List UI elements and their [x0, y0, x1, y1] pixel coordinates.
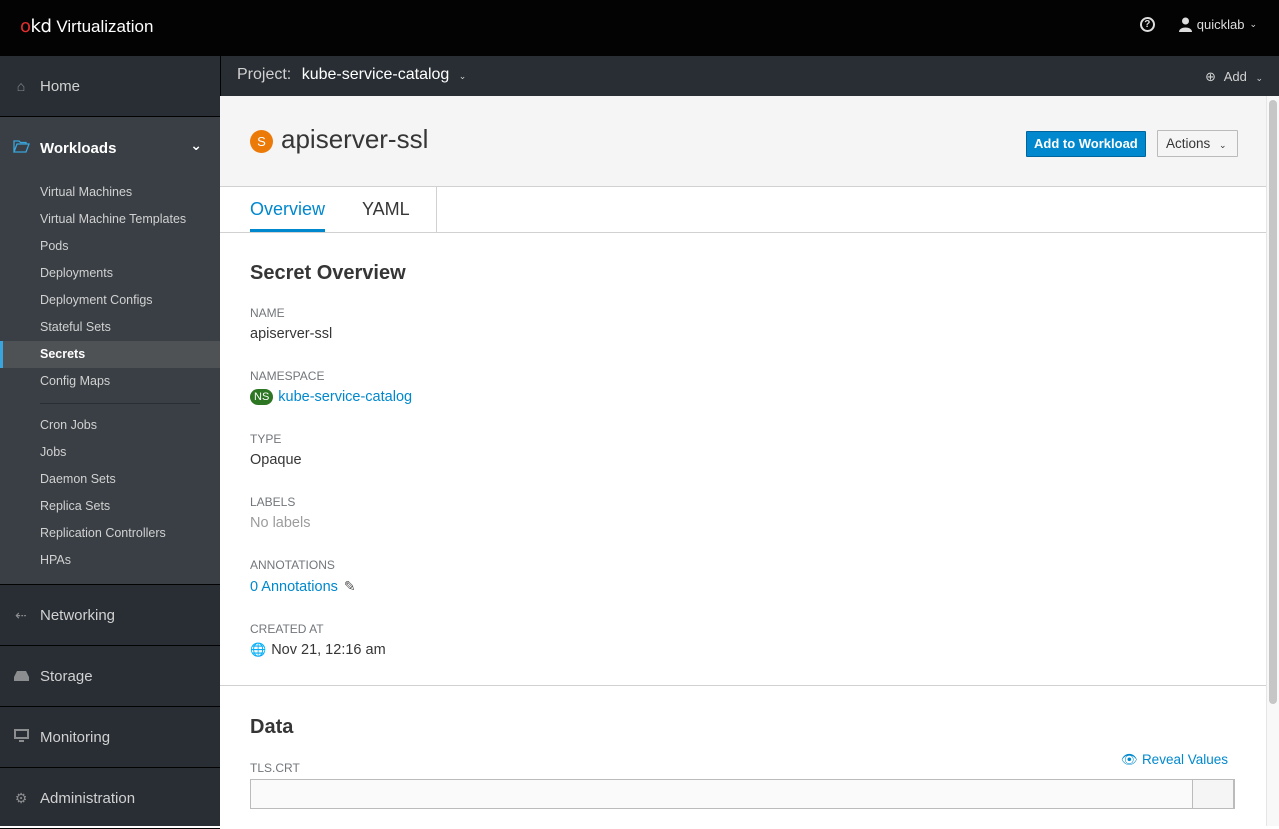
project-label: Project: [237, 66, 292, 83]
sidebar-item-jobs[interactable]: Jobs [0, 439, 220, 466]
page-title: apiserver-ssl [281, 124, 429, 154]
sidebar-section-workloads: Workloads ⌄ Virtual Machines Virtual Mac… [0, 117, 220, 585]
secret-badge-icon: S [250, 130, 273, 153]
created-at-label: CREATED AT [250, 622, 324, 636]
logo-o: o [20, 16, 31, 37]
section-title: Secret Overview [250, 262, 406, 284]
sidebar-item-secrets[interactable]: Secrets [0, 341, 220, 368]
sidebar-item-replica-sets[interactable]: Replica Sets [0, 493, 220, 520]
namespace-label: NAMESPACE [250, 369, 325, 383]
gear-icon: ⚙ [14, 789, 28, 806]
add-to-workload-button[interactable]: Add to Workload [1026, 131, 1146, 157]
secret-overview-section: Secret Overview NAME apiserver-ssl NAMES… [220, 262, 1266, 658]
folder-open-icon [13, 140, 30, 156]
sidebar-item-cron-jobs[interactable]: Cron Jobs [0, 412, 220, 439]
brand-logo[interactable]: okd Virtualization [20, 16, 153, 37]
scrollbar[interactable] [1266, 96, 1279, 826]
sidebar-item-monitoring[interactable]: Monitoring [0, 707, 220, 768]
sidebar-item-stateful-sets[interactable]: Stateful Sets [0, 314, 220, 341]
sidebar-nav: ⌂ Home Workloads ⌄ Virtual Machines Virt… [0, 56, 220, 829]
chevron-down-icon: ⌄ [1219, 140, 1227, 150]
help-icon[interactable]: ? [1139, 17, 1155, 32]
tab-overview[interactable]: Overview [250, 199, 326, 232]
tab-bar: Overview YAML [220, 187, 1266, 233]
namespace-value: NS kube-service-catalog [250, 389, 1266, 405]
sidebar-item-hpas[interactable]: HPAs [0, 547, 220, 574]
sidebar-item-deployments[interactable]: Deployments [0, 260, 220, 287]
sidebar-item-label: Monitoring [40, 728, 111, 746]
user-menu[interactable]: quicklab ⌄ [1178, 17, 1257, 32]
add-label: Add [1223, 69, 1247, 84]
data-key-label: TLS.CRT [250, 761, 300, 775]
user-name: quicklab [1196, 17, 1245, 32]
copy-button[interactable] [1192, 779, 1234, 809]
actions-dropdown[interactable]: Actions ⌄ [1157, 130, 1238, 157]
created-at-text: Nov 21, 12:16 am [271, 642, 386, 658]
sidebar-item-workloads[interactable]: Workloads ⌄ [0, 117, 220, 179]
reveal-label: Reveal Values [1141, 752, 1228, 767]
home-icon: ⌂ [16, 78, 26, 94]
globe-icon: 🌐 [250, 642, 267, 657]
okd-logo: okd [20, 16, 52, 37]
pencil-icon[interactable]: ✎ [344, 578, 356, 595]
type-label: TYPE [250, 432, 282, 446]
sidebar-item-daemon-sets[interactable]: Daemon Sets [0, 466, 220, 493]
sidebar-divider [40, 403, 200, 404]
sidebar-item-storage[interactable]: Storage [0, 646, 220, 707]
sidebar-item-pods[interactable]: Pods [0, 233, 220, 260]
storage-icon [13, 668, 29, 684]
namespace-link[interactable]: kube-service-catalog [278, 389, 412, 405]
sidebar-item-home[interactable]: ⌂ Home [0, 56, 220, 117]
data-title: Data [250, 716, 294, 738]
tab-yaml[interactable]: YAML [362, 199, 410, 229]
reveal-values-button[interactable]: 👁 Reveal Values [1121, 752, 1228, 768]
section-divider [220, 685, 1266, 686]
plus-circle-icon: ⊕ [1205, 69, 1217, 84]
labels-label: LABELS [250, 495, 296, 509]
annotations-value: 0 Annotations ✎ [250, 578, 1266, 595]
chevron-down-icon: ⌄ [1249, 19, 1257, 29]
sidebar-item-label: Workloads [40, 139, 117, 157]
logo-kd: kd [30, 16, 52, 37]
type-value: Opaque [250, 452, 302, 468]
project-toolbar: Project: kube-service-catalog ⌄ ⊕ Add ⌄ [220, 56, 1279, 96]
annotations-label: ANNOTATIONS [250, 558, 335, 572]
sidebar-item-administration[interactable]: ⚙ Administration [0, 768, 220, 829]
sidebar-item-virtual-machine-templates[interactable]: Virtual Machine Templates [0, 206, 220, 233]
network-icon: ⇠ [15, 606, 27, 623]
sidebar-item-deployment-configs[interactable]: Deployment Configs [0, 287, 220, 314]
sidebar-item-replication-controllers[interactable]: Replication Controllers [0, 520, 220, 547]
chevron-down-icon: ⌄ [458, 71, 467, 81]
sidebar-item-virtual-machines[interactable]: Virtual Machines [0, 179, 220, 206]
resource-header: S apiserver-ssl Add to Workload Actions … [220, 96, 1266, 187]
sidebar-item-config-maps[interactable]: Config Maps [0, 368, 220, 395]
data-section: Data 👁 Reveal Values TLS.CRT [220, 716, 1266, 809]
namespace-badge-icon: NS [250, 389, 274, 405]
scrollbar-thumb[interactable] [1269, 100, 1277, 704]
masthead: okd Virtualization ? quicklab ⌄ [0, 0, 1279, 56]
labels-value: No labels [250, 515, 311, 531]
user-icon [1178, 17, 1192, 32]
project-selector[interactable]: Project: kube-service-catalog ⌄ [237, 66, 466, 84]
monitor-icon [13, 729, 29, 745]
sidebar-item-label: Administration [40, 789, 136, 807]
project-value: kube-service-catalog [301, 66, 450, 83]
annotations-link[interactable]: 0 Annotations [250, 579, 338, 595]
eye-icon: 👁 [1121, 752, 1139, 767]
name-label: NAME [250, 306, 285, 320]
sidebar-item-label: Networking [40, 606, 116, 624]
sidebar-item-networking[interactable]: ⇠ Networking [0, 585, 220, 646]
main-content: S apiserver-ssl Add to Workload Actions … [220, 96, 1266, 826]
sidebar-item-label: Home [40, 77, 81, 95]
chevron-down-icon: ⌄ [190, 137, 202, 153]
chevron-down-icon: ⌄ [1255, 73, 1263, 83]
created-at-value: 🌐 Nov 21, 12:16 am [250, 642, 1266, 658]
add-button[interactable]: ⊕ Add ⌄ [1205, 69, 1263, 85]
brand-name: Virtualization [56, 16, 154, 36]
actions-label: Actions [1166, 136, 1211, 151]
data-value-field[interactable] [250, 779, 1235, 809]
sidebar-item-label: Storage [40, 667, 93, 685]
name-value: apiserver-ssl [250, 326, 333, 342]
